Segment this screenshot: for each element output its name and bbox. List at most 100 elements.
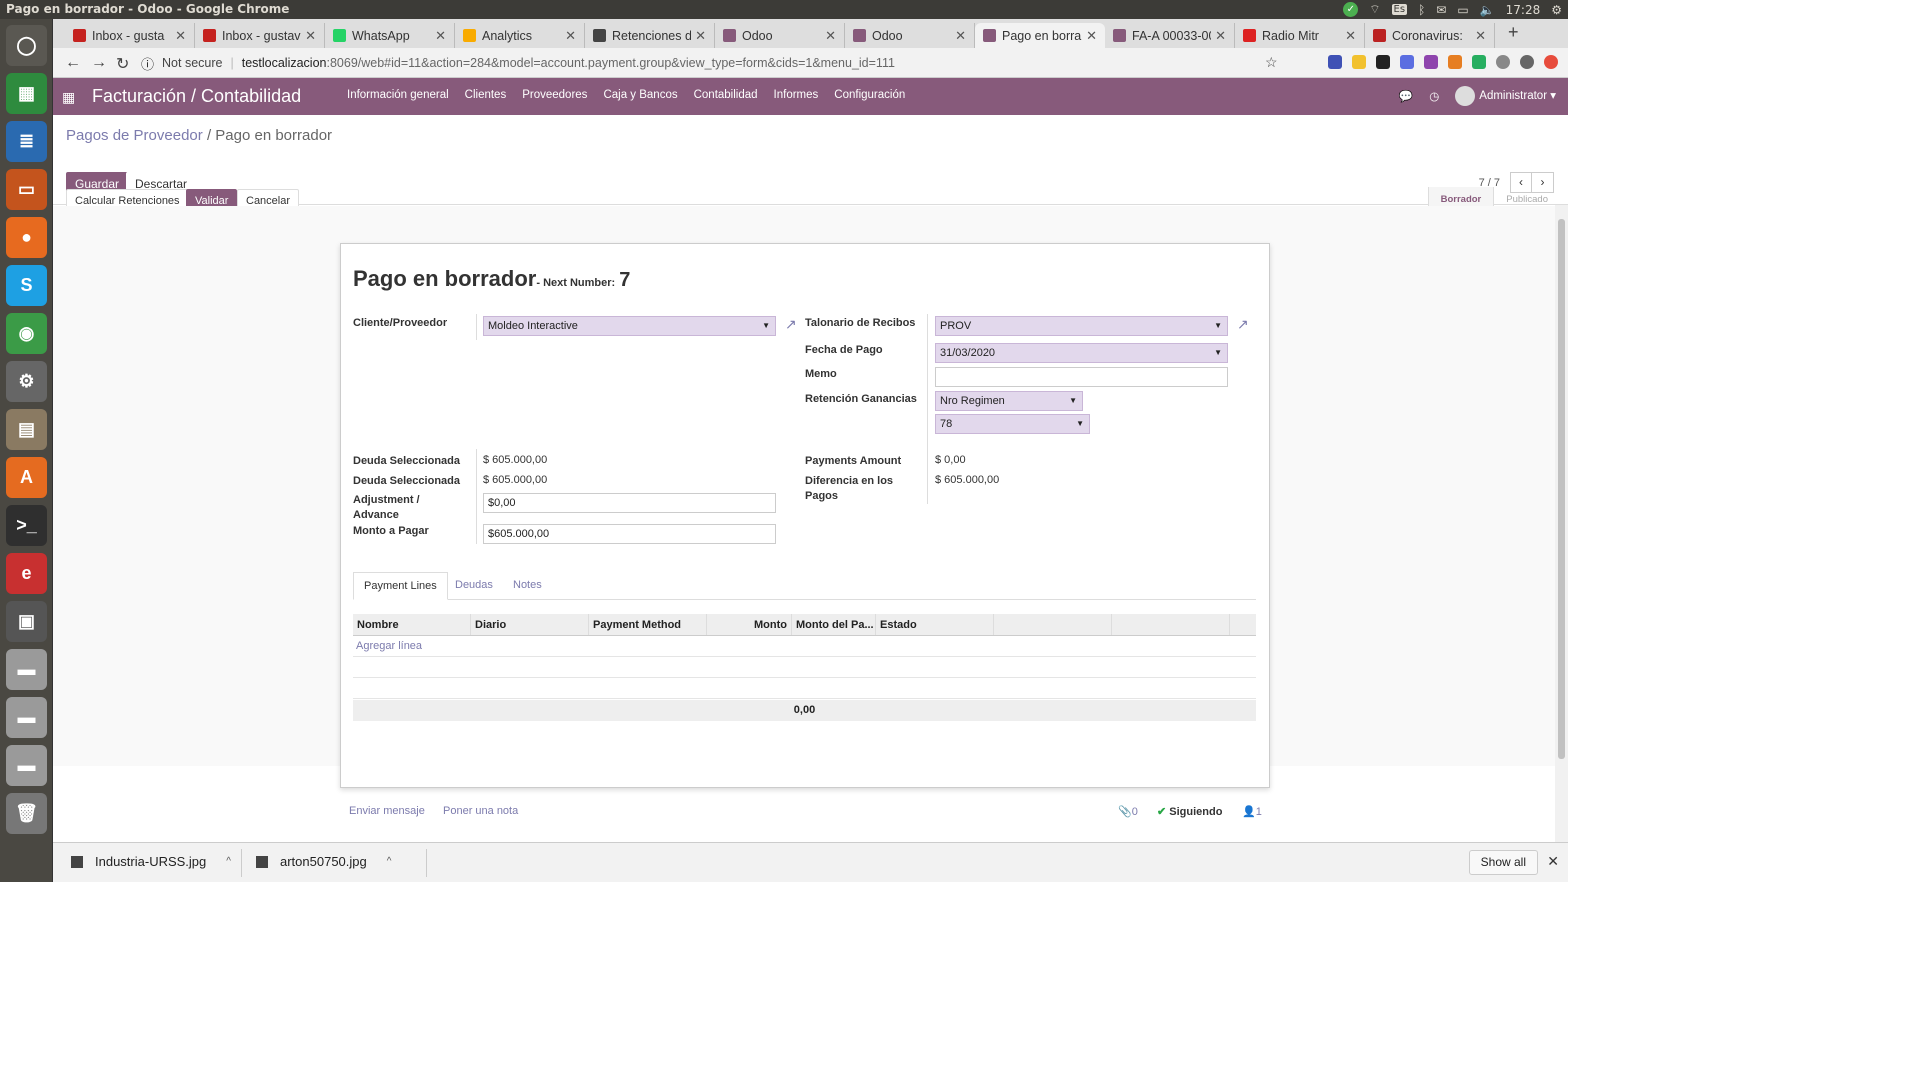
column-header-monto[interactable]: Monto <box>707 614 792 635</box>
chat-icon[interactable]: 💬 <box>1399 89 1413 103</box>
external-link-icon[interactable]: ↗ <box>1237 316 1249 333</box>
close-tab-icon[interactable]: ✕ <box>305 28 316 44</box>
new-tab-button[interactable]: + <box>1508 22 1519 43</box>
help-extension-icon[interactable] <box>1472 55 1486 69</box>
column-header-payment-method[interactable]: Payment Method <box>589 614 707 635</box>
tab-deudas[interactable]: Deudas <box>445 572 503 600</box>
menu-item-configuracion[interactable]: Configuración <box>834 89 905 101</box>
browser-tab[interactable]: WhatsApp ✕ <box>325 23 455 48</box>
browser-tab[interactable]: Inbox - gusta ✕ <box>65 23 195 48</box>
close-tab-icon[interactable]: ✕ <box>435 28 446 44</box>
close-tab-icon[interactable]: ✕ <box>175 28 186 44</box>
app-red-icon[interactable]: e <box>6 553 47 594</box>
profile-avatar-icon[interactable] <box>1520 55 1534 69</box>
show-all-button[interactable]: Show all <box>1468 850 1538 875</box>
trash-icon[interactable]: 🗑 <box>6 793 47 834</box>
followers-button[interactable]: 👤1 <box>1242 805 1262 818</box>
update-icon[interactable] <box>1544 55 1558 69</box>
tab-payment-lines[interactable]: Payment Lines <box>353 572 448 600</box>
wifi-icon[interactable]: ⌔ <box>1369 2 1380 17</box>
battery-icon[interactable]: ▭ <box>1457 3 1468 17</box>
close-tab-icon[interactable]: ✕ <box>1215 28 1226 44</box>
sync-check-icon[interactable]: ✓ <box>1343 2 1359 17</box>
files-icon[interactable]: ▤ <box>6 409 47 450</box>
browser-tab[interactable]: Retenciones d ✕ <box>585 23 715 48</box>
address-bar[interactable]: ⓘ Not secure | testlocalizacion:8069/web… <box>141 51 1261 75</box>
external-link-icon[interactable]: ↗ <box>785 316 797 333</box>
info-icon[interactable]: ⓘ <box>141 54 154 73</box>
browser-tab[interactable]: Pago en borra ✕ <box>975 23 1105 48</box>
scrollbar-thumb[interactable] <box>1558 219 1565 759</box>
skype-icon[interactable]: S <box>6 265 47 306</box>
close-tab-icon[interactable]: ✕ <box>825 28 836 44</box>
attachments-button[interactable]: 📎0 <box>1118 805 1138 818</box>
page-scrollbar[interactable] <box>1555 205 1568 842</box>
activity-clock-icon[interactable]: ◷ <box>1429 89 1439 103</box>
browser-tab[interactable]: Odoo ✕ <box>845 23 975 48</box>
receiptbook-select[interactable]: PROV ▼ <box>935 316 1228 336</box>
chevron-up-icon[interactable]: ^ <box>226 856 231 867</box>
k-extension-icon[interactable] <box>1376 55 1390 69</box>
menu-item-caja-bancos[interactable]: Caja y Bancos <box>603 89 677 101</box>
browser-tab[interactable]: Odoo ✕ <box>715 23 845 48</box>
browser-tab[interactable]: FA-A 00033-00 ✕ <box>1105 23 1235 48</box>
back-arrow-icon[interactable]: ← <box>65 54 81 72</box>
close-tab-icon[interactable]: ✕ <box>565 28 576 44</box>
browser-tab[interactable]: Radio Mitr ✕ <box>1235 23 1365 48</box>
breadcrumb-parent[interactable]: Pagos de Proveedor <box>66 127 203 144</box>
apps-grid-icon[interactable]: ▦ <box>62 89 75 106</box>
column-header-nombre[interactable]: Nombre <box>353 614 471 635</box>
close-tab-icon[interactable]: ✕ <box>1086 28 1097 44</box>
extension-icon[interactable] <box>1328 55 1342 69</box>
user-menu[interactable]: Administrator ▾ <box>1455 86 1556 106</box>
follow-button[interactable]: ✔ Siguiendo <box>1157 805 1222 818</box>
log-note-link[interactable]: Poner una nota <box>443 805 518 817</box>
withholding-number-select[interactable]: 78 ▼ <box>935 414 1090 434</box>
memo-input[interactable] <box>935 367 1228 387</box>
disk-1-icon[interactable]: ▬ <box>6 649 47 690</box>
close-tab-icon[interactable]: ✕ <box>1475 28 1486 44</box>
calc-spreadsheet-icon[interactable]: ▦ <box>6 73 47 114</box>
close-tab-icon[interactable]: ✕ <box>955 28 966 44</box>
adjustment-input[interactable]: $0,00 <box>483 493 776 513</box>
system-settings-icon[interactable]: ⚙ <box>6 361 47 402</box>
extension-moon-icon[interactable] <box>1496 55 1510 69</box>
tab-notes[interactable]: Notes <box>503 572 552 600</box>
menu-item-contabilidad[interactable]: Contabilidad <box>694 89 758 101</box>
bluetooth-icon[interactable]: ᛒ <box>1418 3 1425 17</box>
forward-arrow-icon[interactable]: → <box>91 54 107 72</box>
partner-select[interactable]: Moldeo Interactive ▼ <box>483 316 776 336</box>
close-tab-icon[interactable]: ✕ <box>695 28 706 44</box>
browser-tab[interactable]: Inbox - gustav ✕ <box>195 23 325 48</box>
firefox-icon[interactable]: ● <box>6 217 47 258</box>
volume-icon[interactable]: 🔈 <box>1480 3 1495 17</box>
bookmark-star-icon[interactable]: ☆ <box>1265 54 1278 71</box>
workspace-switcher-icon[interactable]: ▣ <box>6 601 47 642</box>
ubuntu-dash-icon[interactable]: ◯ <box>6 25 47 66</box>
menu-item-informacion-general[interactable]: Información general <box>347 89 449 101</box>
impress-presentation-icon[interactable]: ▭ <box>6 169 47 210</box>
add-line-link[interactable]: Agregar línea <box>356 640 422 652</box>
download-item[interactable]: Industria-URSS.jpg ^ <box>71 854 231 869</box>
close-icon[interactable]: ✕ <box>1547 853 1559 870</box>
menu-item-clientes[interactable]: Clientes <box>465 89 507 101</box>
menu-item-informes[interactable]: Informes <box>774 89 819 101</box>
download-item[interactable]: arton50750.jpg ^ <box>256 854 391 869</box>
keyboard-layout-indicator[interactable]: Es <box>1391 4 1408 15</box>
browser-tab[interactable]: Coronavirus: ✕ <box>1365 23 1495 48</box>
mail-icon[interactable]: ✉ <box>1436 3 1446 17</box>
column-header-monto-pago[interactable]: Monto del Pa... <box>792 614 876 635</box>
app-brand[interactable]: Facturación / Contabilidad <box>92 86 301 107</box>
python-extension-icon[interactable] <box>1352 55 1366 69</box>
reload-icon[interactable]: ↻ <box>116 54 129 74</box>
amount-to-pay-input[interactable]: $605.000,00 <box>483 524 776 544</box>
payment-date-field[interactable]: 31/03/2020 ▼ <box>935 343 1228 363</box>
column-header-diario[interactable]: Diario <box>471 614 589 635</box>
column-header-estado[interactable]: Estado <box>876 614 994 635</box>
disk-3-icon[interactable]: ▬ <box>6 745 47 786</box>
withholding-regime-select[interactable]: Nro Regimen ▼ <box>935 391 1083 411</box>
chevron-up-icon[interactable]: ^ <box>387 856 392 867</box>
extension-off-icon[interactable] <box>1448 55 1462 69</box>
zoom-extension-icon[interactable] <box>1400 55 1414 69</box>
send-message-link[interactable]: Enviar mensaje <box>349 805 425 817</box>
